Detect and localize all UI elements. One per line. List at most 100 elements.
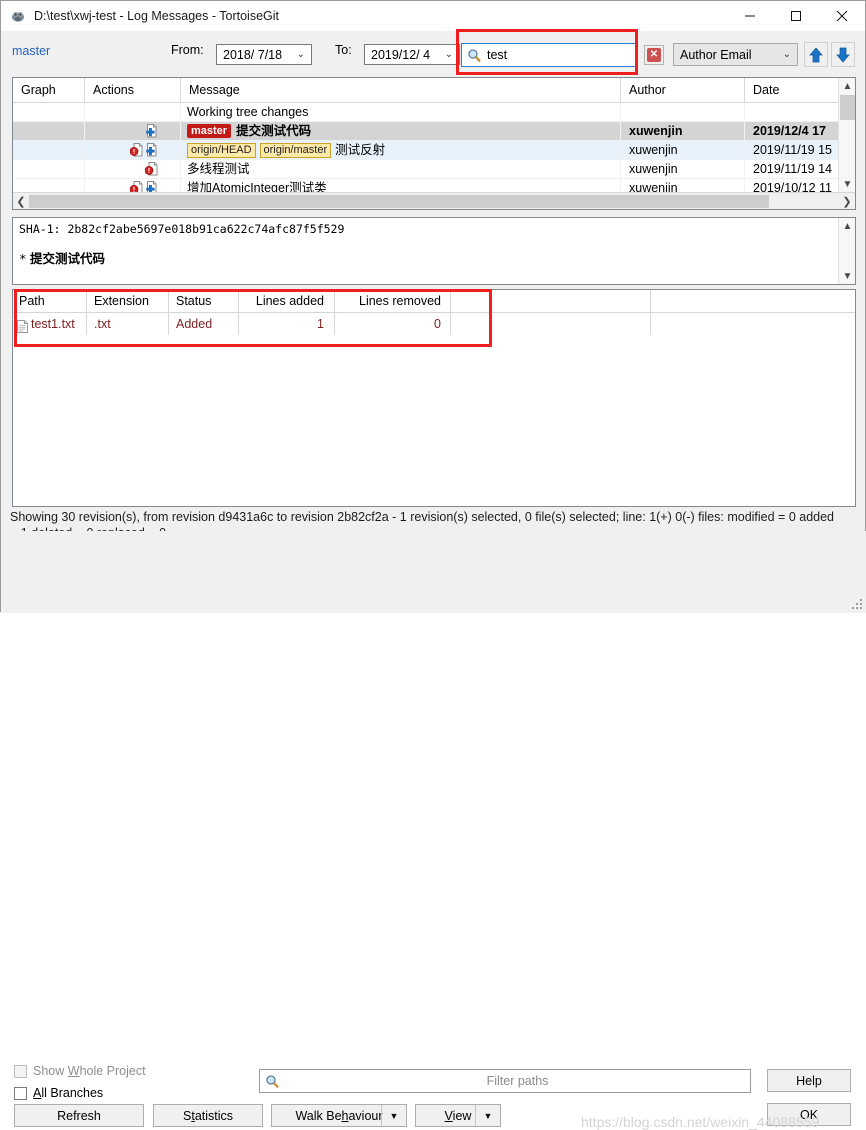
log-cell-actions — [85, 160, 181, 178]
to-date-picker[interactable]: 2019/12/ 4 ⌄ — [364, 44, 460, 65]
file-list-header: Path Extension Status Lines added Lines … — [13, 290, 855, 313]
column-header-extension[interactable]: Extension — [87, 290, 169, 312]
file-rows-container: test1.txt .txt Added 1 0 — [13, 313, 855, 335]
log-cell-message: 多线程测试 — [181, 160, 621, 178]
log-list[interactable]: Graph Actions Message Author Date Workin… — [12, 77, 856, 210]
walk-behaviour-button[interactable]: Walk Behaviour ▼ — [271, 1104, 407, 1127]
column-header-lines-added[interactable]: Lines added — [239, 290, 335, 312]
log-cell-author — [621, 103, 745, 121]
changed-files-list[interactable]: Path Extension Status Lines added Lines … — [12, 289, 856, 507]
watermark-text: https://blog.csdn.net/weixin_44088559 — [581, 1114, 820, 1130]
minimize-button[interactable] — [727, 1, 773, 31]
view-label: View — [444, 1108, 472, 1123]
find-next-button[interactable] — [831, 42, 855, 67]
log-row[interactable]: origin/HEAD origin/master 测试反射 xuwenjin 2019… — [13, 141, 855, 160]
log-cell-actions — [85, 122, 181, 140]
to-date-value: 2019/12/ 4 — [371, 47, 431, 62]
column-header-actions[interactable]: Actions — [85, 78, 181, 102]
refresh-button[interactable]: Refresh — [14, 1104, 144, 1127]
tortoisegit-log-window: D:\test\xwj-test - Log Messages - Tortoi… — [0, 0, 866, 1130]
log-cell-graph — [13, 122, 85, 140]
column-header-lines-removed[interactable]: Lines removed — [335, 290, 451, 312]
log-row[interactable]: Working tree changes — [13, 103, 855, 122]
column-header-path[interactable]: Path — [13, 290, 87, 312]
log-cell-message: Working tree changes — [181, 103, 621, 121]
show-whole-project-checkbox[interactable]: Show Whole Project — [14, 1064, 146, 1078]
bottom-toolbar: Show Whole Project All Branches Refresh … — [1, 531, 866, 1130]
log-message-text: 提交测试代码 — [236, 124, 312, 138]
window-title: D:\test\xwj-test - Log Messages - Tortoi… — [34, 9, 279, 23]
file-modified-icon — [130, 143, 143, 157]
ref-badge-remote: origin/master — [259, 142, 332, 158]
scroll-down-icon[interactable]: ▼ — [839, 268, 855, 284]
chevron-down-icon: ⌄ — [782, 49, 791, 60]
file-row[interactable]: test1.txt .txt Added 1 0 — [13, 313, 855, 335]
file-cell-filler — [451, 313, 651, 335]
commit-detail-panel[interactable]: SHA-1: 2b82cf2abe5697e018b91ca622c74afc8… — [12, 217, 856, 285]
statistics-button[interactable]: Statistics — [153, 1104, 263, 1127]
chevron-down-icon: ⌄ — [296, 48, 305, 60]
scroll-right-icon[interactable]: ❯ — [839, 195, 855, 208]
column-header-message[interactable]: Message — [181, 78, 621, 102]
scroll-thumb-horizontal[interactable] — [29, 194, 769, 208]
arrow-up-icon — [809, 46, 823, 62]
chevron-down-icon[interactable]: ▼ — [475, 1105, 500, 1126]
log-cell-message: origin/HEAD origin/master 测试反射 — [181, 141, 621, 159]
scroll-thumb[interactable] — [840, 95, 855, 120]
column-header-graph[interactable]: Graph — [13, 78, 85, 102]
log-row[interactable]: 多线程测试 xuwenjin 2019/11/19 14 — [13, 160, 855, 179]
log-message-text: Working tree changes — [187, 105, 309, 119]
column-header-filler — [451, 290, 651, 312]
clear-search-button[interactable]: ✕ — [644, 45, 664, 65]
checkbox-icon — [14, 1064, 27, 1078]
ref-badge-head: master — [187, 124, 232, 138]
log-horizontal-scrollbar[interactable]: ❮ ❯ — [13, 192, 855, 209]
column-header-status[interactable]: Status — [169, 290, 239, 312]
scroll-left-icon[interactable]: ❮ — [13, 195, 29, 208]
statistics-label: Statistics — [182, 1108, 234, 1123]
log-row[interactable]: master 提交测试代码 xuwenjin 2019/12/4 17 — [13, 122, 855, 141]
find-previous-button[interactable] — [804, 42, 828, 67]
filter-field-value: Author Email — [680, 47, 752, 62]
log-cell-author: xuwenjin — [621, 141, 745, 159]
from-date-value: 2018/ 7/18 — [223, 47, 283, 62]
from-date-picker[interactable]: 2018/ 7/18 ⌄ — [216, 44, 312, 65]
tortoisegit-app-icon — [10, 8, 26, 24]
maximize-button[interactable] — [773, 1, 819, 31]
chevron-down-icon[interactable]: ▼ — [381, 1105, 406, 1126]
scroll-up-icon[interactable]: ▲ — [839, 218, 855, 234]
help-button[interactable]: Help — [767, 1069, 851, 1092]
file-added-icon — [146, 124, 157, 138]
column-header-author[interactable]: Author — [621, 78, 745, 102]
search-icon — [467, 48, 482, 63]
commit-message-text: 提交测试代码 — [30, 252, 106, 266]
current-branch-link[interactable]: master — [12, 44, 50, 58]
log-rows-container: Working tree changes master 提交测试代码 xuwenjin… — [13, 103, 855, 198]
walk-behaviour-label: Walk Behaviour — [295, 1108, 383, 1123]
detail-vertical-scrollbar[interactable]: ▲ ▼ — [838, 218, 855, 284]
filter-field-select[interactable]: Author Email ⌄ — [673, 43, 798, 66]
commit-sha: SHA-1: 2b82cf2abe5697e018b91ca622c74afc8… — [19, 222, 345, 236]
scroll-up-icon[interactable]: ▲ — [839, 78, 855, 94]
all-branches-label: All Branches — [33, 1086, 104, 1100]
scroll-down-icon[interactable]: ▼ — [839, 176, 855, 192]
file-added-icon — [146, 143, 157, 157]
search-input[interactable]: test — [461, 43, 636, 67]
resize-grip[interactable] — [852, 599, 864, 611]
log-cell-actions — [85, 103, 181, 121]
checkbox-icon — [14, 1086, 27, 1100]
filter-paths-input[interactable]: Filter paths — [259, 1069, 751, 1093]
log-cell-author: xuwenjin — [621, 122, 745, 140]
log-cell-graph — [13, 141, 85, 159]
window-controls — [727, 1, 865, 31]
search-value: test — [487, 48, 508, 62]
text-file-icon — [17, 318, 28, 333]
close-button[interactable] — [819, 1, 865, 31]
log-vertical-scrollbar[interactable]: ▲ ▼ — [838, 78, 855, 192]
view-button[interactable]: View ▼ — [415, 1104, 501, 1127]
all-branches-checkbox[interactable]: All Branches — [14, 1086, 103, 1100]
log-cell-graph — [13, 160, 85, 178]
file-cell-status: Added — [169, 313, 239, 335]
file-cell-lines-added: 1 — [239, 313, 335, 335]
commit-message-detail: * 提交测试代码 — [13, 236, 855, 267]
